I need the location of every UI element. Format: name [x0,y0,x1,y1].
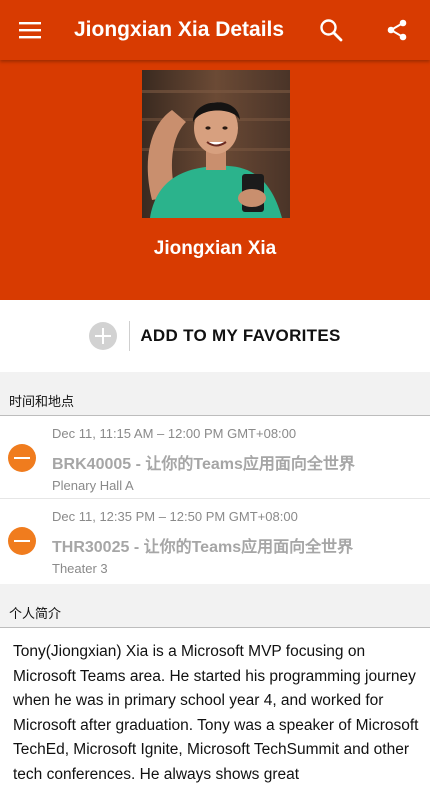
add-to-favorites-label: ADD TO MY FAVORITES [140,326,341,345]
remove-circle-icon[interactable] [8,444,36,472]
profile-header: Jiongxian Xia [0,60,430,300]
share-button[interactable] [364,0,430,60]
bio-section-title: 个人简介 [9,606,62,621]
remove-circle-icon[interactable] [8,527,36,555]
hamburger-menu-button[interactable] [0,0,60,60]
session-location: Plenary Hall A [52,478,134,493]
session-time: Dec 11, 11:15 AM – 12:00 PM GMT+08:00 [52,426,297,441]
session-item[interactable]: Dec 11, 12:35 PM – 12:50 PM GMT+08:00 TH… [0,499,430,582]
bio-section-header: 个人简介 [0,584,430,628]
session-item[interactable]: Dec 11, 11:15 AM – 12:00 PM GMT+08:00 BR… [0,416,430,499]
divider [129,321,131,351]
page-title: Jiongxian Xia Details [74,18,285,41]
session-time: Dec 11, 12:35 PM – 12:50 PM GMT+08:00 [52,509,298,524]
add-to-favorites-button[interactable]: ADD TO MY FAVORITES [0,300,430,372]
search-button[interactable] [298,0,364,60]
speaker-name: Jiongxian Xia [153,238,277,259]
session-title: BRK40005 - 让你的Teams应用面向全世界 [52,456,355,473]
app-bar: Jiongxian Xia Details [0,0,430,60]
share-icon [387,19,407,41]
session-location: Theater 3 [52,561,108,576]
schedule-section-header: 时间和地点 [0,372,430,416]
hamburger-menu-icon [19,22,41,39]
add-circle-icon [89,322,118,350]
schedule-section-title: 时间和地点 [9,394,75,409]
bio-text: Tony(Jiongxian) Xia is a Microsoft MVP f… [13,643,419,783]
search-icon [320,19,343,42]
session-title: THR30025 - 让你的Teams应用面向全世界 [52,539,354,556]
speaker-photo [142,70,290,218]
